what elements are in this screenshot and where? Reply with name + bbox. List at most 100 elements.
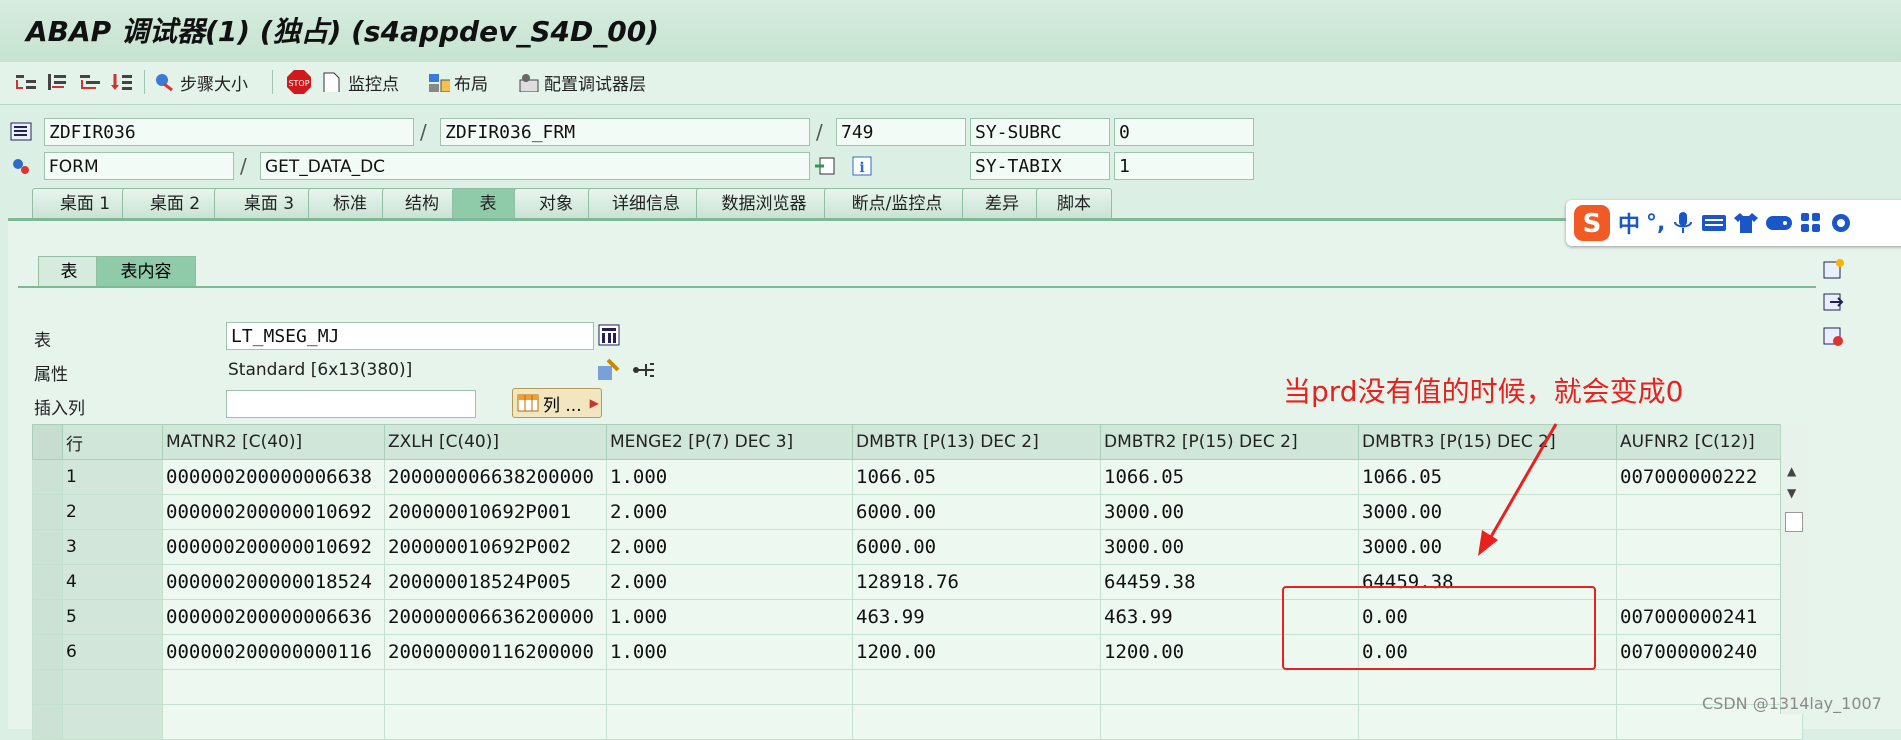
tab-structure[interactable]: 结构 [382,188,462,218]
table-cell[interactable] [1100,669,1359,705]
table-cell[interactable]: 128918.76 [852,564,1101,600]
column-header[interactable]: DMBTR [P(13) DEC 2] [852,424,1101,460]
table-cell[interactable]: 2.000 [606,564,853,600]
table-cell[interactable]: 1200.00 [852,634,1101,670]
table-cell[interactable] [384,669,607,705]
info-icon[interactable]: i [852,156,872,176]
step-size-button[interactable]: 步骤大小 [154,68,248,96]
table-cell[interactable] [1616,494,1803,530]
tab-details[interactable]: 详细信息 [588,188,704,218]
table-cell[interactable] [1616,529,1803,565]
table-row[interactable] [32,704,1803,740]
apps-grid-icon[interactable] [1799,211,1823,235]
table-cell[interactable]: 1.000 [606,459,853,495]
scroll-down-icon[interactable]: ▼ [1787,486,1796,500]
line-number-field[interactable]: 749 [836,118,966,146]
gamepad-icon[interactable] [1765,212,1793,234]
table-cell[interactable]: 463.99 [852,599,1101,635]
sysfield-value-2[interactable]: 1 [1114,152,1254,180]
program-field[interactable]: ZDFIR036 [44,118,414,146]
punctuation-icon[interactable]: °, [1646,211,1665,236]
table-cell[interactable]: 000000200000006636 [162,599,385,635]
column-header[interactable]: DMBTR2 [P(15) DEC 2] [1100,424,1359,460]
table-cell[interactable]: 000000200000010692 [162,494,385,530]
table-cell[interactable]: 2.000 [606,494,853,530]
table-cell[interactable] [384,704,607,740]
table-cell[interactable] [162,669,385,705]
step-into-icon[interactable] [14,68,38,96]
subtab-table[interactable]: 表 [38,256,100,286]
table-cell[interactable] [1358,669,1617,705]
table-cell[interactable] [1616,564,1803,600]
step-return-icon[interactable] [78,68,102,96]
table-cell[interactable]: 1.000 [606,599,853,635]
table-cell[interactable] [852,669,1101,705]
sysfield-value-1[interactable]: 0 [1114,118,1254,146]
table-cell[interactable]: 200000000116200000 [384,634,607,670]
navigate-icon[interactable] [814,156,836,176]
scroll-thumb[interactable] [1785,512,1803,532]
table-cell[interactable] [606,704,853,740]
table-cell[interactable]: 200000010692P001 [384,494,607,530]
microphone-icon[interactable] [1671,210,1695,236]
subtab-table-content[interactable]: 表内容 [96,256,196,286]
service-tool-icon[interactable] [1822,326,1846,348]
table-cell[interactable]: 1066.05 [1100,459,1359,495]
config-debugger-layer-button[interactable]: 配置调试器层 [518,68,646,96]
columns-button[interactable]: 列 ... ▶ [512,388,602,418]
table-cell[interactable]: 000000200000006638 [162,459,385,495]
stop-icon[interactable]: STOP [286,68,312,96]
table-cell[interactable]: 000000200000018524 [162,564,385,600]
tab-data-browser[interactable]: 数据浏览器 [696,188,832,218]
row-selector[interactable] [32,634,63,670]
table-cell[interactable]: 3000.00 [1100,529,1359,565]
event-field[interactable]: GET_DATA_DC [260,152,810,180]
table-row[interactable] [32,669,1803,705]
tab-desktop-2[interactable]: 桌面 2 [122,188,228,218]
tab-diff[interactable]: 差异 [962,188,1042,218]
usb-export-icon[interactable] [632,358,658,382]
table-cell[interactable]: 007000000222 [1616,459,1803,495]
row-selector[interactable] [32,669,63,705]
table-cell[interactable]: 2.000 [606,529,853,565]
table-cell[interactable]: 000000200000000116 [162,634,385,670]
edit-key-icon[interactable] [596,358,622,382]
table-cell[interactable] [852,704,1101,740]
table-cell[interactable]: 200000018524P005 [384,564,607,600]
ime-chinese-mode[interactable]: 中 [1618,207,1640,239]
tab-standard[interactable]: 标准 [308,188,392,218]
row-selector[interactable] [32,564,63,600]
table-cell[interactable]: 1066.05 [852,459,1101,495]
keyboard-icon[interactable] [1701,212,1727,234]
table-cell[interactable] [1100,704,1359,740]
include-field[interactable]: ZDFIR036_FRM [440,118,810,146]
type-field[interactable]: FORM [44,152,234,180]
table-cell[interactable] [162,704,385,740]
table-cell[interactable]: 3000.00 [1100,494,1359,530]
tab-script[interactable]: 脚本 [1036,188,1112,218]
table-select-icon[interactable] [598,324,620,346]
table-cell[interactable]: 1.000 [606,634,853,670]
column-header[interactable]: MATNR2 [C(40)] [162,424,385,460]
table-cell[interactable]: 6000.00 [852,494,1101,530]
column-header[interactable]: 行 [62,424,163,460]
table-cell[interactable]: 6000.00 [852,529,1101,565]
table-cell[interactable]: 007000000241 [1616,599,1803,635]
watchpoint-button[interactable]: 监控点 [322,68,399,96]
settings-gear-icon[interactable] [1829,211,1853,235]
table-cell[interactable]: 200000006638200000 [384,459,607,495]
table-cell[interactable] [1358,704,1617,740]
row-selector[interactable] [32,704,63,740]
table-cell[interactable]: 007000000240 [1616,634,1803,670]
continue-icon[interactable] [110,68,134,96]
table-cell[interactable] [606,669,853,705]
column-header[interactable]: AUFNR2 [C(12)] [1616,424,1803,460]
scroll-up-icon[interactable]: ▲ [1787,464,1796,478]
tab-object[interactable]: 对象 [514,188,598,218]
row-selector-header[interactable] [32,424,63,460]
table-cell[interactable]: 200000006636200000 [384,599,607,635]
step-over-icon[interactable] [46,68,70,96]
vertical-scrollbar[interactable]: ▲ ▼ [1780,424,1807,714]
insert-column-input[interactable] [226,390,476,418]
skin-shirt-icon[interactable] [1733,211,1759,235]
